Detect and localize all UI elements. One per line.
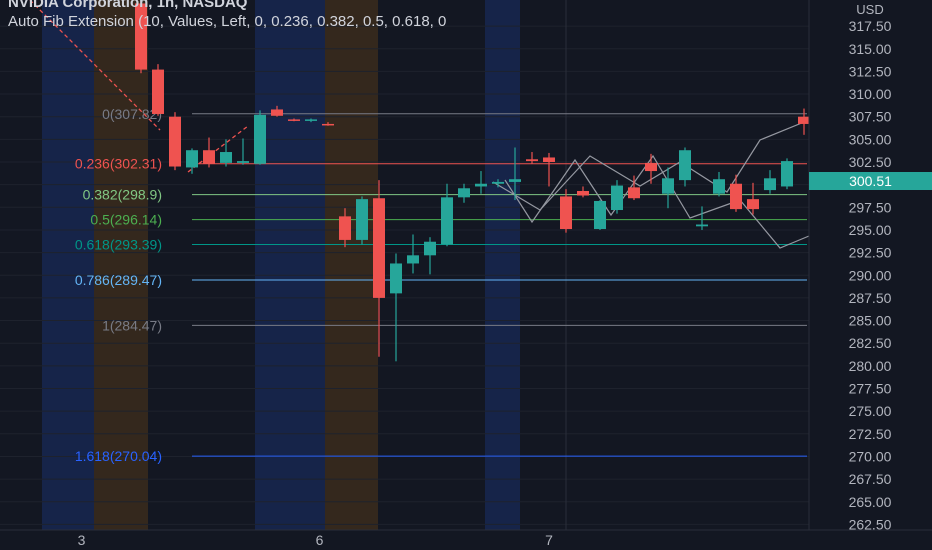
price-tick-label: 292.50 <box>849 245 892 261</box>
currency-label: USD <box>856 2 883 17</box>
candle-body[interactable] <box>560 196 572 230</box>
candle-body[interactable] <box>543 157 555 162</box>
candle-body[interactable] <box>781 161 793 187</box>
price-tick-label: 270.00 <box>849 448 892 464</box>
candle-body[interactable] <box>373 198 385 298</box>
candle-body[interactable] <box>339 216 351 240</box>
price-tick-label: 305.00 <box>849 131 892 147</box>
candle-body[interactable] <box>730 183 742 210</box>
candle-body[interactable] <box>152 69 164 114</box>
price-tick-label: 297.50 <box>849 199 892 215</box>
candle-body[interactable] <box>254 114 266 164</box>
price-tick-label: 315.00 <box>849 41 892 57</box>
price-tick-label: 317.50 <box>849 18 892 34</box>
price-tick-label: 312.50 <box>849 63 892 79</box>
time-tick-label: 6 <box>316 532 324 548</box>
candle-body[interactable] <box>407 255 419 264</box>
candle-body[interactable] <box>492 181 504 184</box>
candle-body[interactable] <box>645 162 657 172</box>
time-axis[interactable]: 3 6 7 <box>0 529 932 550</box>
session-band <box>485 0 520 530</box>
price-tick-label: 302.50 <box>849 154 892 170</box>
candle-body[interactable] <box>237 161 249 163</box>
time-axis-bg <box>0 530 932 550</box>
price-tick-label: 272.50 <box>849 426 892 442</box>
candle-body[interactable] <box>390 263 402 294</box>
candle-body[interactable] <box>747 199 759 210</box>
fib-label: 1(284.47) <box>102 317 162 333</box>
fib-label: 0.5(296.14) <box>90 212 162 228</box>
last-price-badge: 300.51 <box>809 172 932 190</box>
price-tick-label: 295.00 <box>849 222 892 238</box>
candle-body[interactable] <box>169 116 181 167</box>
fib-label: 0.618(293.39) <box>75 237 162 253</box>
price-chart[interactable]: 0(307.82)0.236(302.31)0.382(298.9)0.5(29… <box>0 0 932 550</box>
time-tick-label: 3 <box>78 532 86 548</box>
session-band <box>325 0 378 530</box>
candle-body[interactable] <box>220 152 232 163</box>
candle-body[interactable] <box>628 187 640 199</box>
candle-body[interactable] <box>288 119 300 121</box>
fib-levels: 0(307.82)0.236(302.31)0.382(298.9)0.5(29… <box>75 106 807 464</box>
price-axis[interactable]: 317.50 315.00 312.50 310.00 307.50 305.00 302.… <box>808 0 932 550</box>
candle-body[interactable] <box>526 159 538 162</box>
price-tick-label: 277.50 <box>849 381 892 397</box>
candle-body[interactable] <box>764 178 776 191</box>
candle-body[interactable] <box>798 116 810 124</box>
price-tick-label: 310.00 <box>849 86 892 102</box>
price-tick-label: 267.50 <box>849 471 892 487</box>
price-tick-label: 307.50 <box>849 109 892 125</box>
candle-body[interactable] <box>458 188 470 198</box>
price-tick-label: 285.00 <box>849 313 892 329</box>
fib-label: 1.618(270.04) <box>75 448 162 464</box>
price-tick-label: 280.00 <box>849 358 892 374</box>
price-tick-label: 287.50 <box>849 290 892 306</box>
candle-body[interactable] <box>475 183 487 187</box>
price-tick-label: 265.00 <box>849 494 892 510</box>
candle-body[interactable] <box>594 200 606 230</box>
candle-body[interactable] <box>611 185 623 211</box>
price-tick-label: 282.50 <box>849 335 892 351</box>
candle-body[interactable] <box>271 109 283 116</box>
price-tick-label: 275.00 <box>849 403 892 419</box>
candle-body[interactable] <box>696 224 708 227</box>
candle-body[interactable] <box>679 150 691 181</box>
candles[interactable] <box>135 0 827 362</box>
candle-body[interactable] <box>577 190 589 196</box>
candle-body[interactable] <box>662 178 674 194</box>
candle-body[interactable] <box>424 241 436 256</box>
candle-body[interactable] <box>713 179 725 194</box>
fib-label: 0.382(298.9) <box>83 187 162 203</box>
candle-body[interactable] <box>322 123 334 126</box>
chart-title: NVIDIA Corporation, 1h, NASDAQ <box>8 0 248 11</box>
candle-body[interactable] <box>203 150 215 164</box>
candle-body[interactable] <box>441 197 453 245</box>
session-band <box>255 0 325 530</box>
candle-body[interactable] <box>186 150 198 168</box>
price-tick-label: 290.00 <box>849 267 892 283</box>
candle-body[interactable] <box>305 119 317 121</box>
candle-body[interactable] <box>356 199 368 240</box>
indicator-legend[interactable]: Auto Fib Extension (10, Values, Left, 0,… <box>8 13 446 30</box>
fib-label: 0.236(302.31) <box>75 156 162 172</box>
fib-label: 0.786(289.47) <box>75 272 162 288</box>
time-tick-label: 7 <box>545 532 553 548</box>
candle-body[interactable] <box>509 179 521 182</box>
